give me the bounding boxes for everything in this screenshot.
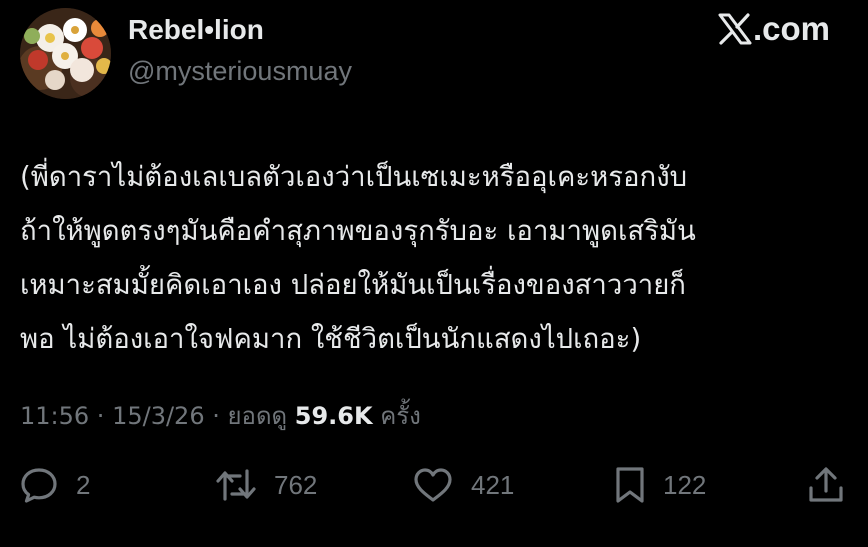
tweet-line: (พี่ดาราไม่ต้องเลเบลตัวเองว่าเป็นเซเมะหร…: [20, 161, 688, 193]
user-handle[interactable]: @mysteriousmuay: [128, 56, 352, 87]
bookmark-icon: [616, 467, 644, 503]
heart-icon: [414, 468, 452, 502]
share-icon: [809, 467, 843, 502]
like-button[interactable]: 421: [413, 460, 514, 510]
reply-button[interactable]: 2: [20, 460, 90, 510]
reply-icon: [21, 468, 57, 503]
tweet-meta: 11:56 · 15/3/26 · ยอดดู 59.6K ครั้ง: [20, 396, 421, 435]
tweet-time[interactable]: 11:56: [20, 402, 89, 430]
x-logo-icon: [718, 12, 752, 45]
reply-count: 2: [76, 469, 91, 500]
like-count: 421: [471, 469, 515, 500]
brand-watermark: .com: [718, 12, 830, 45]
views-suffix: ครั้ง: [372, 402, 421, 430]
tweet-line: พอ ไม่ต้องเอาใจฟคมาก ใช้ชีวิตเป็นนักแสดง…: [20, 323, 642, 355]
display-name[interactable]: Rebel•lion: [128, 14, 264, 46]
avatar[interactable]: [20, 8, 111, 99]
tweet-line: ถ้าให้พูดตรงๆมันคือคำสุภาพของรุกรับอะ เอ…: [20, 215, 696, 247]
tweet-line: เหมาะสมมั้ยคิดเอาเอง ปล่อยให้มันเป็นเรื่…: [20, 269, 686, 301]
action-bar: 2 762 421 122: [0, 460, 868, 510]
flower-bouquet-avatar: [20, 8, 111, 99]
retweet-button[interactable]: 762: [216, 460, 317, 510]
views-label: ยอดดู: [227, 402, 295, 430]
brand-text: .com: [752, 10, 830, 47]
views-count[interactable]: 59.6K: [295, 402, 373, 430]
meta-separator: ·: [89, 402, 113, 430]
retweet-icon: [216, 469, 256, 501]
tweet-date[interactable]: 15/3/26: [112, 402, 205, 430]
retweet-count: 762: [274, 469, 318, 500]
bookmark-count: 122: [663, 469, 707, 500]
share-button[interactable]: [808, 460, 844, 510]
meta-separator: ·: [204, 402, 228, 430]
bookmark-button[interactable]: 122: [615, 460, 706, 510]
tweet-text: (พี่ดาราไม่ต้องเลเบลตัวเองว่าเป็นเซเมะหร…: [20, 150, 850, 366]
